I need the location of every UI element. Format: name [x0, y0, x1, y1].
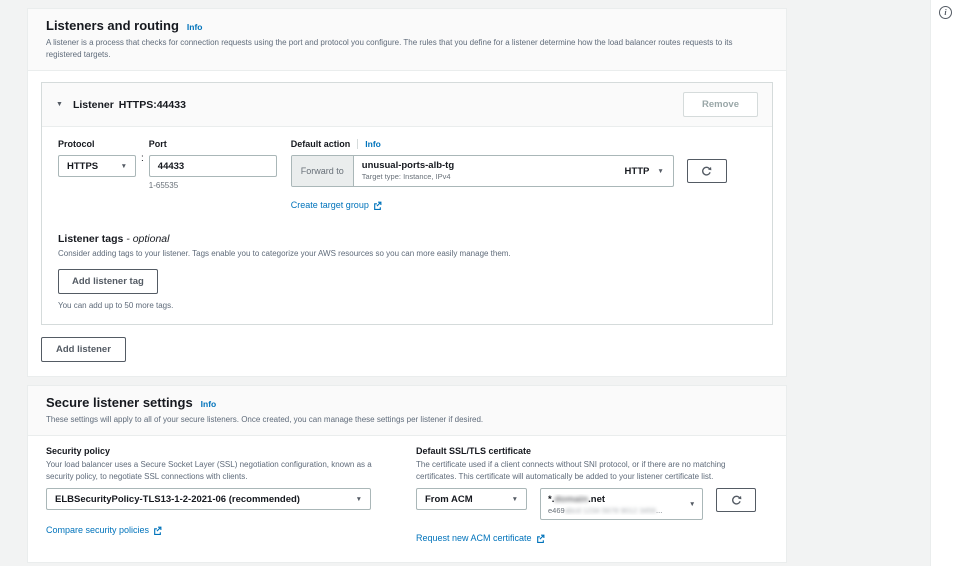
default-action-info-link[interactable]: Info — [365, 139, 381, 149]
listener-tags-description: Consider adding tags to your listener. T… — [58, 249, 511, 258]
listeners-card-body: ▼ Listener HTTPS:44433 Remove Protocol H… — [28, 71, 786, 376]
remove-listener-button[interactable]: Remove — [683, 92, 758, 117]
external-link-icon — [154, 526, 162, 535]
forward-to-label: Forward to — [291, 156, 354, 186]
add-listener-button[interactable]: Add listener — [41, 337, 126, 362]
listeners-card-header: Listeners and routing Info A listener is… — [28, 9, 786, 71]
certificate-description: The certificate used if a client connect… — [416, 460, 726, 481]
forward-to-composite: Forward to unusual-ports-alb-tg Target t… — [290, 155, 674, 187]
chevron-down-icon: ▼ — [657, 167, 664, 175]
port-field: Port 44433 1-65535 — [148, 139, 277, 190]
listeners-and-routing-card: Listeners and routing Info A listener is… — [27, 8, 787, 377]
security-policy-selected-value: ELBSecurityPolicy-TLS13-1-2-2021-06 (rec… — [55, 493, 300, 505]
default-action-field: Default action Info Forward to unusual-p… — [290, 139, 756, 213]
target-group-name: unusual-ports-alb-tg — [361, 160, 455, 171]
chevron-down-icon: ▼ — [120, 162, 127, 170]
secure-card-body: Security policy Your load balancer uses … — [28, 436, 786, 562]
chevron-down-icon: ▼ — [688, 500, 696, 508]
tags-remaining-hint: You can add up to 50 more tags. — [58, 301, 174, 310]
secure-card-description: These settings will apply to all of your… — [46, 415, 484, 424]
listeners-card-description: A listener is a process that checks for … — [46, 38, 733, 59]
port-range-hint: 1-65535 — [148, 181, 179, 190]
port-input[interactable]: 44433 — [148, 155, 277, 177]
security-policy-field: Security policy Your load balancer uses … — [46, 446, 398, 546]
help-panel-rail: i — [930, 0, 960, 566]
default-certificate-field: Default SSL/TLS certificate The certific… — [416, 446, 756, 546]
listeners-info-link[interactable]: Info — [187, 22, 203, 32]
listener-panel-header: ▼ Listener HTTPS:44433 Remove — [42, 83, 772, 127]
certificate-select[interactable]: *.domain.net e469abcd 1234 5678 9012 345… — [540, 488, 704, 521]
external-link-icon — [536, 534, 544, 543]
protocol-selected-value: HTTPS — [67, 160, 99, 172]
main-content: Listeners and routing Info A listener is… — [27, 8, 787, 564]
protocol-field: Protocol HTTPS ▼ — [58, 139, 136, 177]
listener-tags-optional-suffix: - optional — [123, 233, 170, 245]
secure-card-header: Secure listener settings Info These sett… — [28, 386, 786, 436]
port-value: 44433 — [157, 160, 185, 172]
cert-id-ellipsis: ... — [656, 505, 663, 515]
chevron-down-icon: ▼ — [355, 495, 362, 503]
port-label: Port — [148, 139, 167, 149]
request-acm-certificate-text: Request new ACM certificate — [416, 533, 532, 544]
chevron-down-icon: ▼ — [511, 495, 518, 503]
security-policy-description: Your load balancer uses a Secure Socket … — [46, 460, 372, 481]
target-protocol-value: HTTP — [624, 165, 650, 177]
secure-listener-settings-card: Secure listener settings Info These sett… — [27, 385, 787, 564]
request-acm-certificate-link[interactable]: Request new ACM certificate — [416, 533, 545, 543]
listener-title-value: HTTPS:44433 — [118, 98, 186, 111]
cert-id-redacted: abcd 1234 5678 9012 3456 — [564, 505, 657, 515]
protocol-port-separator: : — [141, 153, 144, 164]
secure-info-link[interactable]: Info — [201, 399, 217, 409]
refresh-certificates-button[interactable] — [716, 488, 756, 513]
security-policy-select[interactable]: ELBSecurityPolicy-TLS13-1-2-2021-06 (rec… — [46, 488, 371, 511]
collapse-triangle-icon[interactable]: ▼ — [56, 101, 63, 108]
target-group-select[interactable]: unusual-ports-alb-tg Target type: Instan… — [354, 156, 616, 186]
cert-name-suffix: .net — [588, 493, 606, 505]
create-target-group-link-text: Create target group — [290, 200, 369, 210]
default-action-label: Default action — [290, 139, 351, 149]
protocol-label: Protocol — [58, 139, 95, 149]
certificate-source-value: From ACM — [425, 493, 473, 505]
compare-security-policies-text: Compare security policies — [46, 525, 150, 536]
security-policy-label: Security policy — [46, 446, 111, 456]
certificate-label: Default SSL/TLS certificate — [416, 446, 532, 456]
protocol-select[interactable]: HTTPS ▼ — [58, 155, 136, 177]
refresh-icon — [731, 495, 742, 505]
label-divider — [357, 139, 359, 149]
certificate-source-select[interactable]: From ACM ▼ — [416, 488, 527, 511]
add-listener-tag-button[interactable]: Add listener tag — [58, 269, 158, 294]
compare-security-policies-link[interactable]: Compare security policies — [46, 525, 162, 535]
listeners-card-title: Listeners and routing — [46, 18, 179, 33]
target-protocol-select[interactable]: HTTP ▼ — [616, 156, 673, 186]
cert-name-redacted: domain — [554, 493, 589, 505]
target-group-meta: Target type: Instance, IPv4 — [361, 172, 451, 182]
refresh-target-groups-button[interactable] — [686, 159, 727, 183]
refresh-icon — [702, 166, 712, 176]
cert-id-prefix: e469 — [548, 505, 565, 515]
create-target-group-link[interactable]: Create target group — [291, 200, 382, 210]
listener-panel-body: Protocol HTTPS ▼ : Port 44433 1-65535 De… — [42, 127, 772, 324]
listener-panel: ▼ Listener HTTPS:44433 Remove Protocol H… — [41, 82, 773, 325]
listener-tags-title: Listener tags — [58, 233, 124, 245]
info-icon[interactable]: i — [939, 6, 952, 19]
secure-card-title: Secure listener settings — [46, 395, 193, 410]
listener-title-prefix: Listener — [72, 98, 114, 111]
listener-tags-section: Listener tags - optional Consider adding… — [58, 233, 756, 310]
external-link-icon — [373, 201, 382, 210]
